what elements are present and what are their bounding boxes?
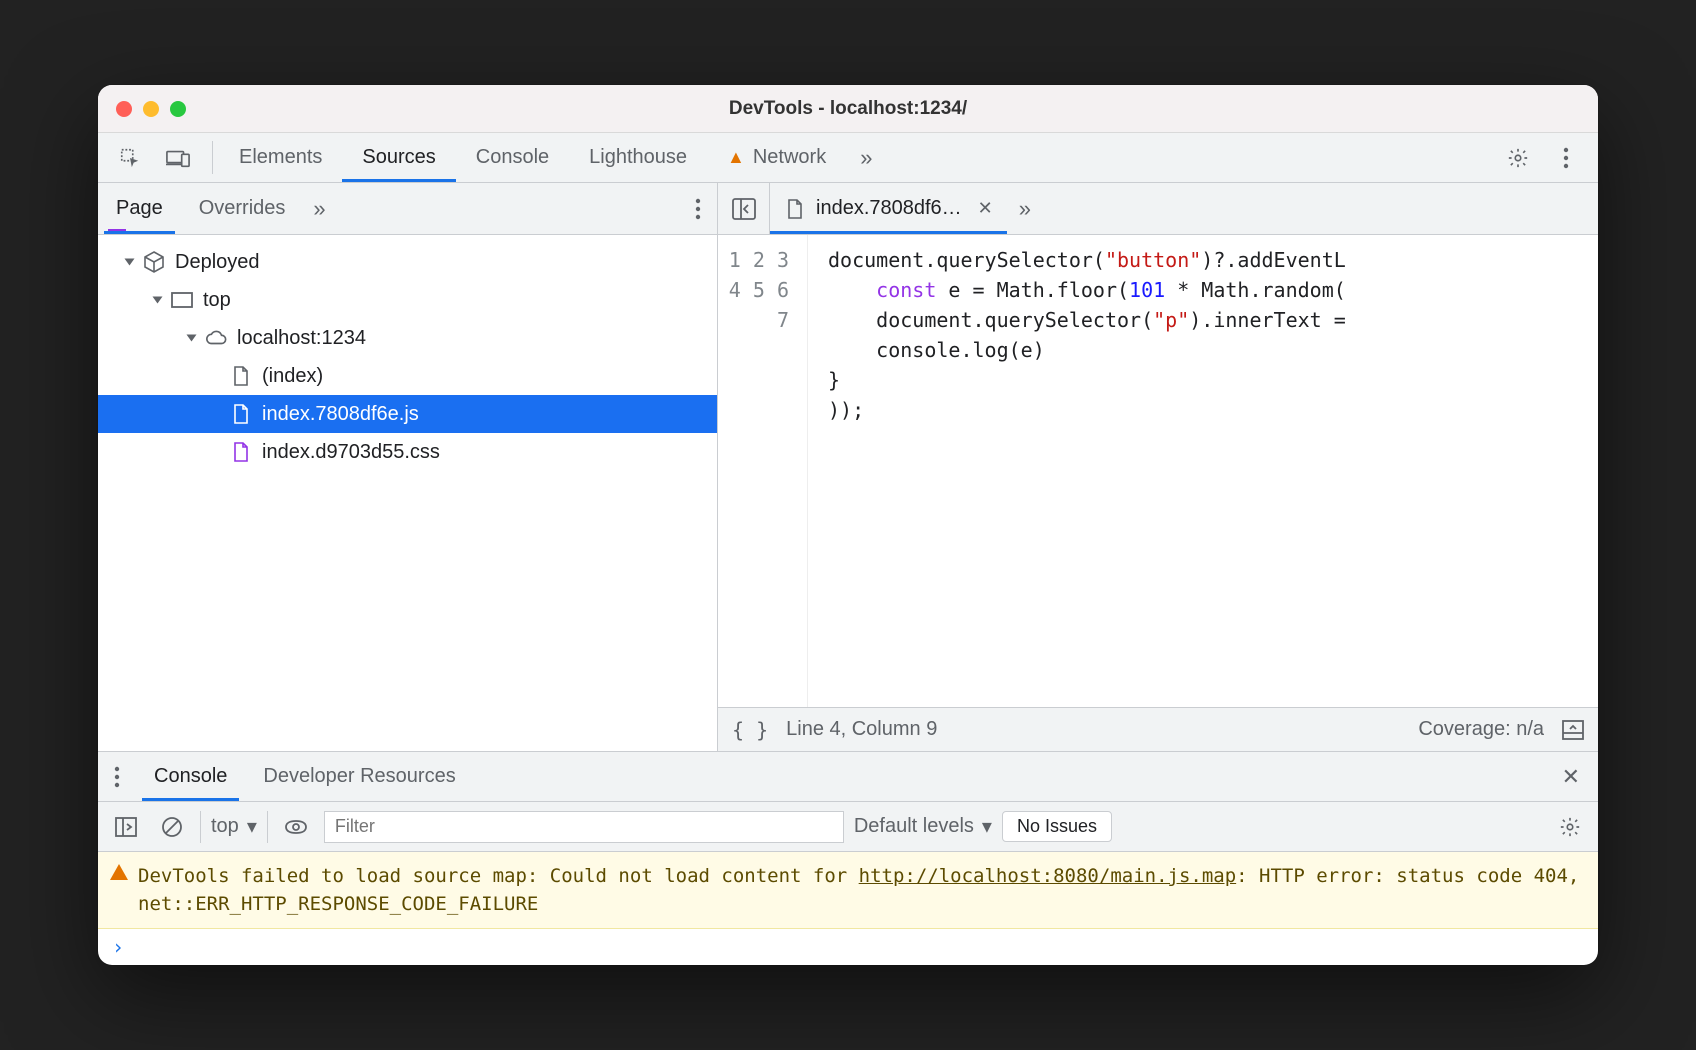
console-settings-icon[interactable]: [1552, 809, 1588, 845]
console-warning-message[interactable]: DevTools failed to load source map: Coul…: [98, 852, 1598, 929]
settings-icon[interactable]: [1500, 140, 1536, 176]
drawer-tab-console[interactable]: Console: [136, 752, 245, 801]
clear-console-icon[interactable]: [154, 809, 190, 845]
titlebar: DevTools - localhost:1234/: [98, 85, 1598, 133]
main-tabs: Elements Sources Console Lighthouse ▲ Ne…: [219, 133, 846, 182]
navigator-more-icon[interactable]: [679, 198, 717, 220]
close-drawer-icon[interactable]: ✕: [1544, 752, 1598, 801]
editor-statusbar: { } Line 4, Column 9 Coverage: n/a: [718, 707, 1598, 751]
sources-subheader: Page Overrides » index.7808df6… ✕ »: [98, 183, 1598, 235]
sources-main-split: Deployed top localhost:1234 (: [98, 235, 1598, 751]
tree-file-js[interactable]: index.7808df6e.js: [98, 395, 717, 433]
line-gutter: 1 2 3 4 5 6 7: [718, 235, 808, 707]
frame-icon: [171, 289, 193, 311]
traffic-lights: [116, 101, 186, 117]
navigator-tab-overrides[interactable]: Overrides: [181, 183, 304, 234]
more-file-tabs-button[interactable]: »: [1007, 196, 1037, 222]
coverage-status: Coverage: n/a: [1418, 718, 1544, 741]
window-title: DevTools - localhost:1234/: [98, 98, 1598, 120]
console-messages: DevTools failed to load source map: Coul…: [98, 851, 1598, 965]
cloud-icon: [205, 327, 227, 349]
code-content[interactable]: document.querySelector("button")?.addEve…: [808, 235, 1346, 707]
close-tab-icon[interactable]: ✕: [978, 198, 993, 219]
open-file-tab[interactable]: index.7808df6… ✕: [770, 183, 1007, 234]
tree-file-css[interactable]: index.d9703d55.css: [98, 433, 717, 471]
filter-input[interactable]: [324, 811, 844, 843]
main-tabs-row: Elements Sources Console Lighthouse ▲ Ne…: [98, 133, 1598, 183]
pretty-print-icon[interactable]: { }: [732, 718, 768, 742]
log-levels-select[interactable]: Default levels ▾: [854, 814, 992, 839]
tree-file-index[interactable]: (index): [98, 357, 717, 395]
issues-button[interactable]: No Issues: [1002, 811, 1112, 842]
zoom-window-button[interactable]: [170, 101, 186, 117]
file-icon: [230, 441, 252, 463]
console-prompt[interactable]: ›: [98, 929, 1598, 965]
tab-network[interactable]: ▲ Network: [707, 133, 846, 182]
console-toolbar: top ▾ Default levels ▾ No Issues: [98, 801, 1598, 851]
deployed-icon: [143, 251, 165, 273]
chevron-down-icon: ▾: [982, 814, 992, 839]
show-details-icon[interactable]: [1562, 720, 1584, 740]
cursor-position: Line 4, Column 9: [786, 718, 937, 741]
warning-icon: ▲: [727, 147, 745, 168]
close-window-button[interactable]: [116, 101, 132, 117]
file-icon: [784, 198, 806, 220]
drawer-tabs: Console Developer Resources ✕: [98, 751, 1598, 801]
tree-node-top[interactable]: top: [98, 281, 717, 319]
file-icon: [230, 403, 252, 425]
file-navigator-tree[interactable]: Deployed top localhost:1234 (: [98, 235, 718, 751]
chevron-down-icon: ▾: [247, 814, 257, 839]
tab-console[interactable]: Console: [456, 133, 569, 182]
context-selector[interactable]: top ▾: [200, 811, 268, 843]
inspect-element-icon[interactable]: [112, 140, 148, 176]
console-sidebar-toggle-icon[interactable]: [108, 809, 144, 845]
navigator-tab-page[interactable]: Page: [98, 183, 181, 234]
tab-sources[interactable]: Sources: [342, 133, 455, 182]
tab-lighthouse[interactable]: Lighthouse: [569, 133, 707, 182]
minimize-window-button[interactable]: [143, 101, 159, 117]
toggle-navigator-icon[interactable]: [718, 183, 770, 234]
drawer-tab-devresources[interactable]: Developer Resources: [245, 752, 473, 801]
more-tabs-button[interactable]: »: [846, 133, 880, 182]
file-icon: [230, 365, 252, 387]
tree-node-host[interactable]: localhost:1234: [98, 319, 717, 357]
device-toolbar-icon[interactable]: [160, 140, 196, 176]
tree-node-deployed[interactable]: Deployed: [98, 243, 717, 281]
warning-url-link[interactable]: http://localhost:8080/main.js.map: [859, 865, 1237, 887]
more-navigator-tabs-button[interactable]: »: [303, 196, 329, 222]
code-editor[interactable]: 1 2 3 4 5 6 7 document.querySelector("bu…: [718, 235, 1598, 707]
code-editor-pane: 1 2 3 4 5 6 7 document.querySelector("bu…: [718, 235, 1598, 751]
drawer-more-icon[interactable]: [98, 752, 136, 801]
devtools-window: DevTools - localhost:1234/ Elements Sour…: [98, 85, 1598, 965]
kebab-menu-icon[interactable]: [1548, 140, 1584, 176]
live-expression-icon[interactable]: [278, 809, 314, 845]
tab-elements[interactable]: Elements: [219, 133, 342, 182]
